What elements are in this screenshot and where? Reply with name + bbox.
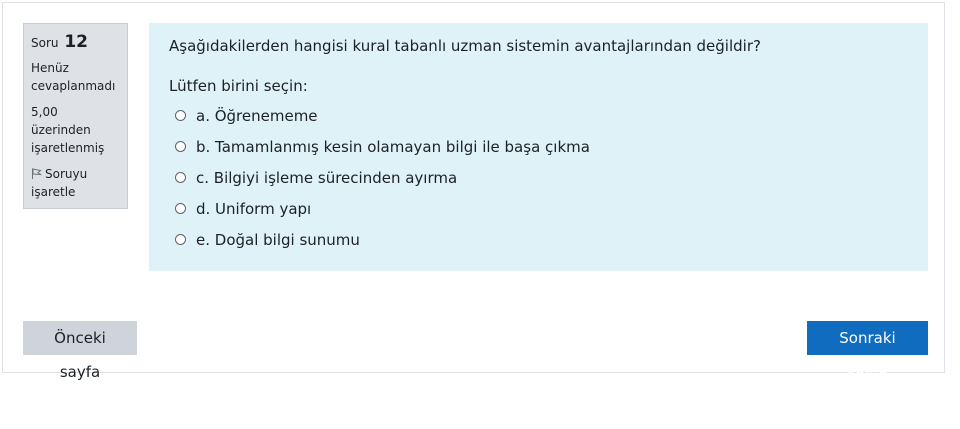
question-content: Aşağıdakilerden hangisi kural tabanlı uz… [149,23,928,271]
next-page-button[interactable]: Sonraki sayfa [807,321,928,381]
question-page: Soru 12 Henüz cevaplanmadı 5,00 üzerinde… [2,2,945,381]
question-grade: 5,00 üzerinden işaretlenmiş [31,105,105,155]
radio-unchecked-icon[interactable] [175,172,186,183]
answer-label: d. Uniform yapı [196,199,312,218]
question-number-row: Soru 12 [31,32,120,53]
flag-icon [31,166,43,179]
answer-option-d[interactable]: d. Uniform yapı [175,193,908,224]
answer-prompt: Lütfen birini seçin: [169,77,308,95]
question-state: Henüz cevaplanmadı [31,61,116,93]
answer-label: a. Öğrenememe [196,106,318,125]
answer-label: b. Tamamlanmış kesin olamayan bilgi ile … [196,137,590,156]
flag-question-link[interactable]: Soruyu işaretle [31,165,120,201]
answer-option-a[interactable]: a. Öğrenememe [175,100,908,131]
answer-list: a. Öğrenememe b. Tamamlanmış kesin olama… [175,100,908,255]
question-info-panel: Soru 12 Henüz cevaplanmadı 5,00 üzerinde… [23,23,128,209]
answer-label: c. Bilgiyi işleme sürecinden ayırma [196,168,458,187]
previous-page-button[interactable]: Önceki sayfa [23,321,137,381]
radio-unchecked-icon[interactable] [175,141,186,152]
answer-label: e. Doğal bilgi sunumu [196,230,360,249]
radio-unchecked-icon[interactable] [175,110,186,121]
answer-option-e[interactable]: e. Doğal bilgi sunumu [175,224,908,255]
answer-option-b[interactable]: b. Tamamlanmış kesin olamayan bilgi ile … [175,131,908,162]
question-text: Aşağıdakilerden hangisi kural tabanlı uz… [169,37,761,55]
radio-unchecked-icon[interactable] [175,234,186,245]
answer-option-c[interactable]: c. Bilgiyi işleme sürecinden ayırma [175,162,908,193]
question-number: 12 [64,32,88,52]
radio-unchecked-icon[interactable] [175,203,186,214]
question-number-label: Soru [31,36,59,50]
